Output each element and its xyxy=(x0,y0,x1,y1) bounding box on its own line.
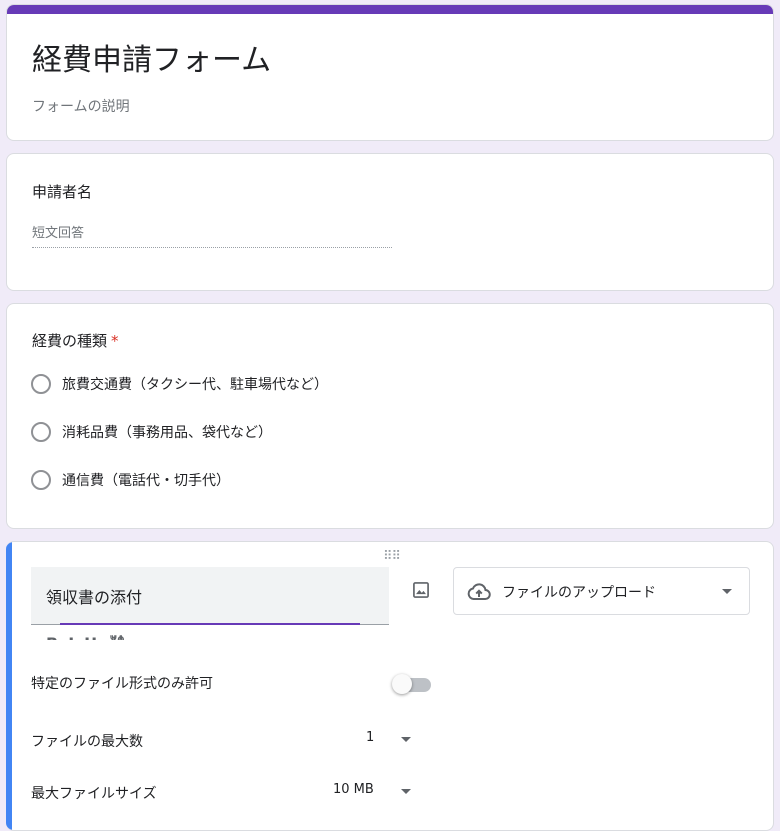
question-title-input[interactable]: 領収書の添付 xyxy=(31,567,389,625)
form-title-card[interactable]: 経費申請フォーム フォームの説明 xyxy=(6,4,774,141)
question-title-text: 領収書の添付 xyxy=(46,588,143,607)
chevron-down-icon[interactable] xyxy=(401,789,411,794)
chevron-down-icon xyxy=(722,589,732,594)
question-title: 申請者名 xyxy=(32,183,93,201)
radio-button[interactable] xyxy=(31,422,51,442)
format-toolbar[interactable]: BIU⛓ ≔ xyxy=(46,634,226,640)
question-card-applicant-name[interactable]: 申請者名 短文回答 xyxy=(6,153,774,291)
question-type-label: ファイルのアップロード xyxy=(502,585,656,601)
question-title: 経費の種類 * xyxy=(32,330,119,351)
radio-button[interactable] xyxy=(31,470,51,490)
specific-file-types-label: 特定のファイル形式のみ許可 xyxy=(31,676,213,692)
question-type-dropdown[interactable]: ファイルのアップロード xyxy=(453,567,750,615)
required-asterisk: * xyxy=(111,332,119,350)
drag-handle-icon[interactable]: ⠿⠿ xyxy=(383,549,401,564)
max-file-size-label: 最大ファイルサイズ xyxy=(31,786,157,802)
active-question-indicator xyxy=(6,542,12,830)
radio-option[interactable]: 旅費交通費（タクシー代、駐車場代など） xyxy=(31,374,328,394)
question-title-text: 経費の種類 xyxy=(32,332,108,350)
radio-option-label: 消耗品費（事務用品、袋代など） xyxy=(62,425,272,441)
title-accent-bar xyxy=(7,5,773,14)
radio-option[interactable]: 消耗品費（事務用品、袋代など） xyxy=(31,422,272,442)
radio-button[interactable] xyxy=(31,374,51,394)
radio-option-label: 通信費（電話代・切手代） xyxy=(62,473,230,489)
max-file-size-value[interactable]: 10 MB xyxy=(333,782,374,797)
max-files-value[interactable]: 1 xyxy=(366,730,374,745)
form-description[interactable]: フォームの説明 xyxy=(32,96,130,116)
focus-underline xyxy=(60,623,360,625)
max-files-label: ファイルの最大数 xyxy=(31,734,143,750)
radio-option[interactable]: 通信費（電話代・切手代） xyxy=(31,470,230,490)
cloud-upload-icon xyxy=(467,583,491,600)
radio-option-label: 旅費交通費（タクシー代、駐車場代など） xyxy=(62,377,328,393)
toggle-thumb[interactable] xyxy=(392,674,412,694)
question-card-receipt-upload[interactable]: ⠿⠿ 領収書の添付 BIU⛓ ≔ ファイルのアップロード 特定のファイル形式のみ… xyxy=(6,541,774,831)
image-icon[interactable] xyxy=(411,580,431,600)
form-title[interactable]: 経費申請フォーム xyxy=(32,35,271,79)
question-card-expense-type[interactable]: 経費の種類 * 旅費交通費（タクシー代、駐車場代など） 消耗品費（事務用品、袋代な… xyxy=(6,303,774,529)
chevron-down-icon[interactable] xyxy=(401,737,411,742)
short-answer-placeholder: 短文回答 xyxy=(32,222,392,248)
